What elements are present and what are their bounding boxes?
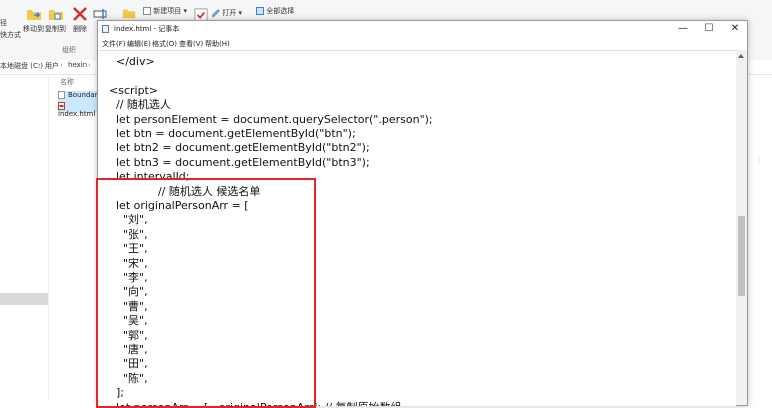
background-fragment: ⁝: [758, 156, 761, 165]
scrollbar-thumb[interactable]: [738, 216, 745, 296]
code-line: let btn = document.getElementById("btn")…: [109, 127, 356, 140]
breadcrumb-item[interactable]: 本地磁盘 (C:): [0, 61, 43, 71]
move-folder-icon: [26, 10, 41, 20]
code-line: // 随机选人: [109, 98, 171, 112]
nav-selected-item[interactable]: [0, 293, 48, 305]
menu-bar: 文件(F) 编辑(E) 格式(O) 查看(V) 帮助(H): [98, 37, 747, 50]
highlight-annotation-box: [96, 178, 316, 408]
code-line: let personElement = document.querySelect…: [109, 112, 433, 126]
notepad-title-bar[interactable]: index.html - 记事本 — ☐ ✕: [98, 21, 747, 37]
select-all-label: 全部选择: [266, 7, 295, 15]
move-to-label: 移动到: [23, 25, 44, 33]
menu-help[interactable]: 帮助(H): [205, 39, 230, 49]
new-folder-icon: [122, 9, 136, 19]
new-item-label: 新建项目: [153, 7, 182, 15]
file-row[interactable]: Boundary: [58, 91, 102, 102]
file-icon: [58, 91, 65, 99]
new-item-icon: [143, 7, 151, 15]
move-to-button[interactable]: 移动到: [23, 6, 44, 34]
breadcrumb-item[interactable]: hexin: [68, 61, 87, 69]
breadcrumb-separator: ›: [60, 61, 63, 69]
breadcrumb-separator: ›: [88, 61, 91, 69]
minimize-button[interactable]: —: [670, 21, 696, 37]
menu-file[interactable]: 文件(F): [102, 39, 126, 49]
html-file-icon: [58, 102, 65, 110]
open-icon: [212, 9, 220, 17]
window-title: index.html - 记事本: [114, 25, 180, 33]
code-line: let btn2 = document.getElementById("btn2…: [109, 141, 370, 155]
breadcrumb-separator: ›: [38, 61, 41, 69]
select-all-button[interactable]: 全部选择: [256, 6, 294, 16]
copy-to-button[interactable]: 复制到: [45, 6, 66, 34]
maximize-button[interactable]: ☐: [696, 21, 722, 37]
notepad-app-icon: [102, 25, 109, 33]
file-name: index.html: [58, 110, 96, 118]
ribbon-partial-label-top: 径: [0, 19, 7, 27]
open-button[interactable]: 打开 ▾: [212, 8, 242, 18]
select-all-icon: [256, 7, 264, 15]
delete-button[interactable]: 删除: [72, 6, 88, 34]
code-line: let btn3 = document.getElementById("btn3…: [109, 155, 370, 169]
new-item-button[interactable]: 新建项目 ▾: [143, 6, 187, 16]
copy-to-label: 复制到: [45, 25, 66, 33]
menu-format[interactable]: 格式(O): [152, 39, 177, 49]
delete-x-icon: [73, 7, 87, 21]
menu-edit[interactable]: 编辑(E): [127, 39, 151, 49]
ribbon-partial-label-bottom: 快方式: [0, 31, 21, 39]
open-label: 打开: [222, 9, 237, 17]
column-header-name[interactable]: 名称: [60, 77, 74, 87]
code-line: <script>: [109, 83, 159, 97]
vertical-scrollbar[interactable]: [736, 50, 747, 405]
breadcrumb-item[interactable]: 用户: [45, 61, 59, 71]
file-row[interactable]: index.html: [58, 102, 102, 118]
scroll-up-arrow-icon[interactable]: [738, 54, 744, 58]
close-button[interactable]: ✕: [722, 21, 748, 37]
delete-label: 删除: [73, 25, 87, 33]
ribbon-group-organize: 组织: [62, 46, 76, 54]
code-line: </div>: [109, 55, 155, 68]
menu-view[interactable]: 查看(V): [179, 39, 203, 49]
copy-folder-icon: [48, 10, 63, 20]
navigation-pane[interactable]: [0, 75, 49, 400]
